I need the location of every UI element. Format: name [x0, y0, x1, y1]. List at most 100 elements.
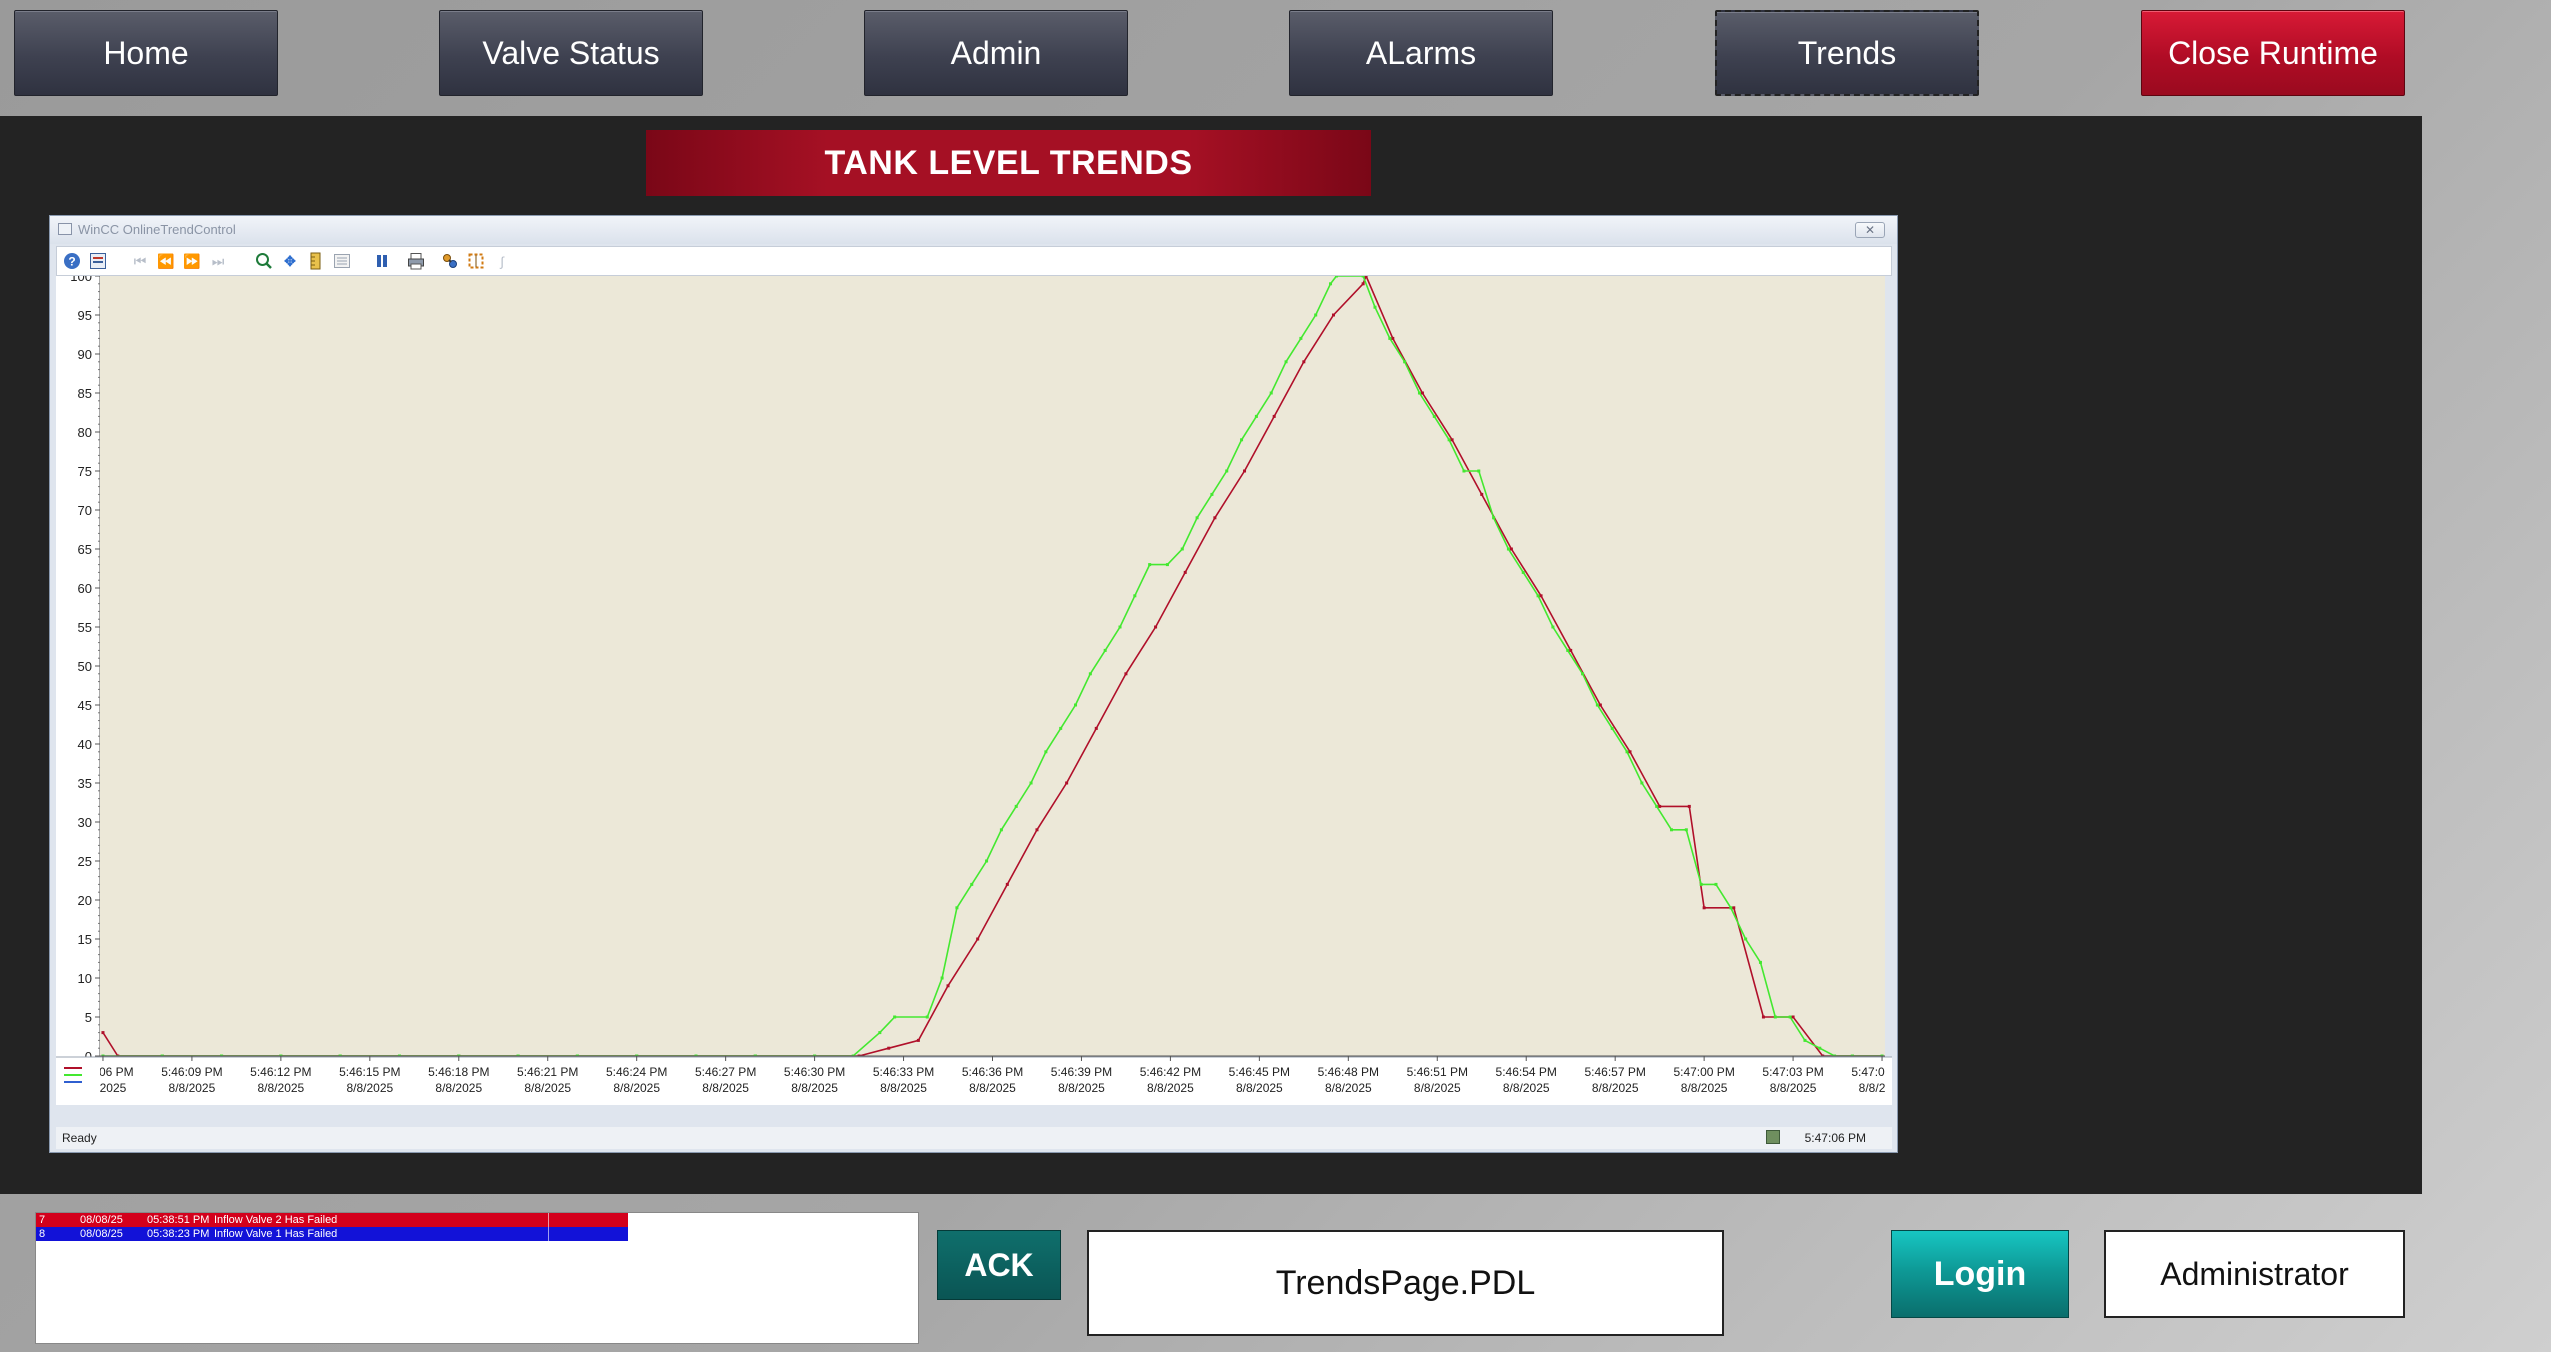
data-point [925, 1015, 929, 1019]
data-point [101, 1031, 105, 1035]
y-tick-label: 50 [78, 659, 92, 674]
data-point [1420, 391, 1424, 395]
first-icon[interactable]: ⏮ [131, 252, 149, 270]
x-tick-date: 8/8/2025 [1503, 1081, 1550, 1095]
original-view-icon[interactable]: ∫ [493, 252, 511, 270]
y-tick-label: 60 [78, 581, 92, 596]
trend-window-title: WinCC OnlineTrendControl [78, 222, 236, 237]
data-point [1361, 282, 1365, 286]
data-point [893, 1015, 897, 1019]
data-point [1029, 781, 1033, 785]
alarm-text: Inflow Valve 2 Has Failed [214, 1214, 338, 1226]
alarm-time: 05:38:51 PM [147, 1214, 210, 1226]
select-range-icon[interactable] [467, 252, 485, 270]
data-point [1154, 625, 1158, 629]
data-point [1269, 391, 1273, 395]
x-tick-date: 8/8/2025 [258, 1081, 305, 1095]
window-icon [58, 223, 72, 235]
x-axis: 5:46:06 PM8/8/20255:46:09 PM8/8/20255:46… [56, 1055, 1892, 1105]
config-icon[interactable] [89, 252, 107, 270]
data-point [1732, 906, 1736, 910]
data-point [1625, 750, 1629, 754]
x-tick-time: 5:46:48 PM [1318, 1065, 1379, 1079]
zoom-icon[interactable] [255, 252, 273, 270]
data-point [1059, 726, 1063, 730]
print-icon[interactable] [407, 252, 425, 270]
prev-icon[interactable]: ⏪ [157, 252, 175, 270]
pause-icon[interactable] [373, 252, 391, 270]
alarm-row[interactable]: 7 08/08/25 05:38:51 PM Inflow Valve 2 Ha… [36, 1213, 628, 1227]
data-point [1509, 547, 1513, 551]
data-point [1334, 276, 1338, 278]
y-tick-label: 10 [78, 971, 92, 986]
data-point [1314, 313, 1318, 317]
x-tick-time: 5:46:27 PM [695, 1065, 756, 1079]
y-tick-label: 45 [78, 698, 92, 713]
y-tick-label: 55 [78, 620, 92, 635]
alarm-list[interactable]: 7 08/08/25 05:38:51 PM Inflow Valve 2 Ha… [35, 1212, 919, 1344]
data-point [1391, 336, 1395, 340]
valve-status-button[interactable]: Valve Status [439, 10, 703, 96]
admin-button[interactable]: Admin [864, 10, 1128, 96]
data-point [1803, 1038, 1807, 1042]
x-tick-date: 8/8/2025 [1236, 1081, 1283, 1095]
x-tick-date: 8/8/2025 [791, 1081, 838, 1095]
x-tick-time: 5:47:03 PM [1762, 1065, 1823, 1079]
x-tick-time: 5:46:57 PM [1584, 1065, 1645, 1079]
last-icon[interactable]: ⏭ [209, 252, 227, 270]
next-icon[interactable]: ⏩ [183, 252, 201, 270]
data-point [1788, 1015, 1792, 1019]
x-tick-date: 8/8/2025 [1681, 1081, 1728, 1095]
login-button[interactable]: Login [1891, 1230, 2069, 1318]
trends-button[interactable]: Trends [1715, 10, 1979, 96]
data-point [1094, 726, 1098, 730]
x-tick-time: 5:46:15 PM [339, 1065, 400, 1079]
data-point [1331, 313, 1335, 317]
x-tick-time: 5:46:39 PM [1051, 1065, 1112, 1079]
data-point [1388, 336, 1392, 340]
data-point [1699, 882, 1703, 886]
data-point [1477, 469, 1481, 473]
y-tick-label: 75 [78, 464, 92, 479]
help-icon[interactable]: ? [63, 252, 81, 270]
y-tick-label: 90 [78, 347, 92, 362]
connect-icon[interactable] [441, 252, 459, 270]
ack-button[interactable]: ACK [937, 1230, 1061, 1300]
data-point [1118, 625, 1122, 629]
data-point [1744, 937, 1748, 941]
data-point [1551, 625, 1555, 629]
data-point [940, 976, 944, 980]
y-tick-label: 85 [78, 386, 92, 401]
data-point [1447, 438, 1451, 442]
data-point [1044, 750, 1048, 754]
x-tick-time: 5:46:33 PM [873, 1065, 934, 1079]
data-point [1640, 781, 1644, 785]
home-button[interactable]: Home [14, 10, 278, 96]
data-point [976, 937, 980, 941]
data-point [1183, 570, 1187, 574]
x-tick-time: 5:46:21 PM [517, 1065, 578, 1079]
data-point [1364, 276, 1368, 278]
move-icon[interactable]: ✥ [281, 252, 299, 270]
data-point [1005, 882, 1009, 886]
data-point [1702, 906, 1706, 910]
data-point [1791, 1015, 1795, 1019]
x-tick-time: 5:46:18 PM [428, 1065, 489, 1079]
close-icon[interactable]: ✕ [1855, 222, 1885, 238]
alarm-date: 08/08/25 [80, 1214, 123, 1226]
alarms-button[interactable]: ALarms [1289, 10, 1553, 96]
data-point [1539, 594, 1543, 598]
data-point [1492, 516, 1496, 520]
data-point [1065, 781, 1069, 785]
data-point [1714, 882, 1718, 886]
plot-area [100, 276, 1885, 1056]
data-point [1450, 438, 1454, 442]
x-tick-date: 8/8/2025 [1592, 1081, 1639, 1095]
ruler-icon[interactable] [307, 252, 325, 270]
stats-icon[interactable] [333, 252, 351, 270]
close-runtime-button[interactable]: Close Runtime [2141, 10, 2405, 96]
alarm-date: 08/08/25 [80, 1228, 123, 1240]
y-tick-label: 35 [78, 776, 92, 791]
data-point [1284, 360, 1288, 364]
alarm-row[interactable]: 8 08/08/25 05:38:23 PM Inflow Valve 1 Ha… [36, 1227, 628, 1241]
